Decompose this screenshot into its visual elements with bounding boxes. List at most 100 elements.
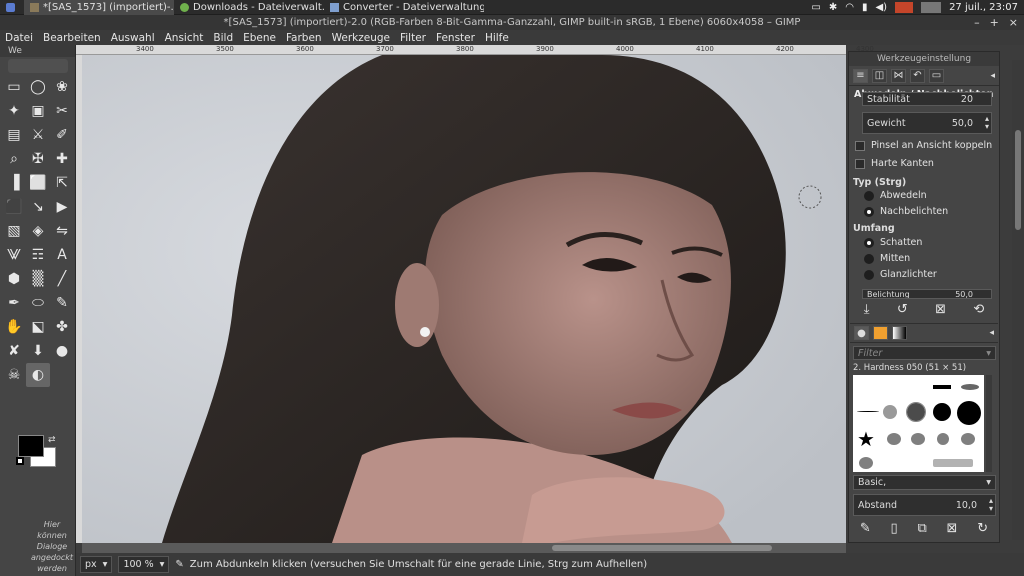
tool-button[interactable]: ✦	[2, 99, 26, 123]
tool-button[interactable]: ✚	[50, 147, 74, 171]
brush-thumb[interactable]	[933, 385, 951, 389]
tool-button[interactable]: ▤	[2, 123, 26, 147]
patterns-tab-icon[interactable]	[873, 326, 888, 340]
horizontal-scroll-thumb[interactable]	[552, 545, 772, 551]
brush-thumb[interactable]	[961, 384, 979, 390]
spacing-spin[interactable]: Abstand 10,0 ▴ ▾	[853, 494, 996, 516]
tool-button[interactable]: ☶	[26, 243, 50, 267]
unit-selector[interactable]: px ▾	[80, 556, 113, 573]
vertical-scrollbar[interactable]	[1012, 60, 1024, 540]
restore-options-icon[interactable]: ↺	[897, 302, 908, 317]
brush-grid[interactable]: ★	[853, 375, 984, 472]
volume-icon[interactable]: ◀)	[875, 2, 887, 13]
tool-button[interactable]: ⇋	[50, 219, 74, 243]
hard-edges-checkbox[interactable]: Harte Kanten	[855, 158, 934, 169]
brush-thumb[interactable]	[933, 403, 951, 421]
clock[interactable]: 27 juil., 23:07	[949, 2, 1018, 13]
tool-button[interactable]: ╱	[50, 267, 74, 291]
wifi-icon[interactable]: ◠	[845, 2, 854, 13]
tool-button[interactable]: ▭	[2, 75, 26, 99]
close-button[interactable]: ×	[1009, 16, 1018, 29]
tool-button[interactable]: ↘	[26, 195, 50, 219]
menu-werkzeuge[interactable]: Werkzeuge	[327, 32, 395, 44]
tool-button[interactable]: ▧	[2, 219, 26, 243]
brush-thumb[interactable]	[911, 433, 925, 445]
zoom-selector[interactable]: 100 % ▾	[118, 556, 170, 573]
tool-button[interactable]: ✘	[2, 339, 26, 363]
tool-button[interactable]: ◐	[26, 363, 50, 387]
brush-thumb[interactable]	[857, 411, 879, 412]
tool-button[interactable]: ✋	[2, 315, 26, 339]
tool-button[interactable]: ◈	[26, 219, 50, 243]
tool-button[interactable]: ✐	[50, 123, 74, 147]
tool-options-tab-icon[interactable]: ≡	[853, 68, 868, 83]
brush-thumb[interactable]	[957, 401, 981, 425]
brush-scrollbar[interactable]	[986, 375, 992, 472]
delete-brush-icon[interactable]: ⊠	[947, 521, 958, 536]
menu-hilfe[interactable]: Hilfe	[480, 32, 514, 44]
tool-button[interactable]: ◯	[26, 75, 50, 99]
brush-thumb[interactable]: ★	[857, 427, 875, 451]
menu-ansicht[interactable]: Ansicht	[160, 32, 209, 44]
dock-title[interactable]: Werkzeugeinstellung	[849, 52, 999, 66]
undo-tab-icon[interactable]: ↶	[910, 68, 925, 83]
brush-thumb[interactable]	[937, 433, 949, 445]
new-brush-icon[interactable]: ▯	[891, 521, 898, 536]
delete-options-icon[interactable]: ⊠	[935, 302, 946, 317]
reset-options-icon[interactable]: ⟲	[973, 302, 984, 317]
tool-button[interactable]: ✤	[50, 315, 74, 339]
brush-thumb[interactable]	[961, 433, 975, 445]
tool-button[interactable]: ⬛	[2, 195, 26, 219]
brush-thumb[interactable]	[906, 402, 926, 422]
menu-bearbeiten[interactable]: Bearbeiten	[38, 32, 106, 44]
maximize-button[interactable]: +	[990, 16, 999, 29]
radio-highlights[interactable]: Glanzlichter	[864, 269, 937, 280]
tool-button[interactable]: ✠	[26, 147, 50, 171]
tool-button[interactable]: ✂	[50, 99, 74, 123]
menu-farben[interactable]: Farben	[281, 32, 327, 44]
menu-auswahl[interactable]: Auswahl	[106, 32, 160, 44]
weight-spin[interactable]: Gewicht 50,0 ▴ ▾	[862, 112, 992, 134]
tool-button[interactable]: ⇱	[50, 171, 74, 195]
tool-button[interactable]: ▣	[26, 99, 50, 123]
brush-thumb[interactable]	[887, 433, 901, 445]
menu-fenster[interactable]: Fenster	[431, 32, 480, 44]
tool-button[interactable]: ⬕	[26, 315, 50, 339]
tool-button[interactable]: ⬢	[2, 267, 26, 291]
gradients-tab-icon[interactable]	[892, 326, 907, 340]
default-colors-icon[interactable]	[16, 457, 24, 465]
menu-ebene[interactable]: Ebene	[238, 32, 281, 44]
brush-tag-select[interactable]: Basic, ▾	[853, 475, 996, 490]
save-options-icon[interactable]: ⤓	[864, 302, 870, 317]
bluetooth-icon[interactable]: ✱	[829, 2, 837, 13]
swap-colors-icon[interactable]: ⇄	[48, 435, 56, 445]
tool-button[interactable]: ⌕	[2, 147, 26, 171]
tool-button[interactable]: ▐	[2, 171, 26, 195]
tool-button[interactable]: ✎	[50, 291, 74, 315]
display-icon[interactable]: ▭	[811, 2, 820, 13]
tool-button[interactable]: ❀	[50, 75, 74, 99]
vertical-scroll-thumb[interactable]	[1015, 130, 1021, 230]
brush-thumb[interactable]	[859, 457, 873, 469]
horizontal-scrollbar[interactable]	[82, 543, 846, 553]
app-menu-icon[interactable]	[0, 0, 24, 15]
tool-button[interactable]: ⚔	[26, 123, 50, 147]
dock-menu-icon[interactable]: ◂	[989, 328, 994, 338]
brush-thumb[interactable]	[933, 459, 973, 467]
menu-bild[interactable]: Bild	[208, 32, 238, 44]
minimize-button[interactable]: –	[974, 16, 980, 29]
stabilizer-spin[interactable]: Stabilität 20	[862, 92, 992, 106]
link-brush-checkbox[interactable]: Pinsel an Ansicht koppeln	[855, 140, 992, 151]
menu-filter[interactable]: Filter	[395, 32, 431, 44]
window-preview-icon[interactable]	[921, 2, 942, 13]
spin-arrows-icon[interactable]: ▴ ▾	[985, 115, 989, 131]
edit-brush-icon[interactable]: ✎	[860, 521, 871, 536]
radio-shadows[interactable]: Schatten	[864, 237, 922, 248]
firefox-icon[interactable]	[895, 2, 914, 13]
tool-button[interactable]: ●	[50, 339, 74, 363]
image-canvas[interactable]	[82, 55, 846, 543]
undo-history-tab-icon[interactable]: ⋈	[891, 68, 906, 83]
tool-button[interactable]: ▶	[50, 195, 74, 219]
images-tab-icon[interactable]: ▭	[929, 68, 944, 83]
tool-button[interactable]: ✒	[2, 291, 26, 315]
